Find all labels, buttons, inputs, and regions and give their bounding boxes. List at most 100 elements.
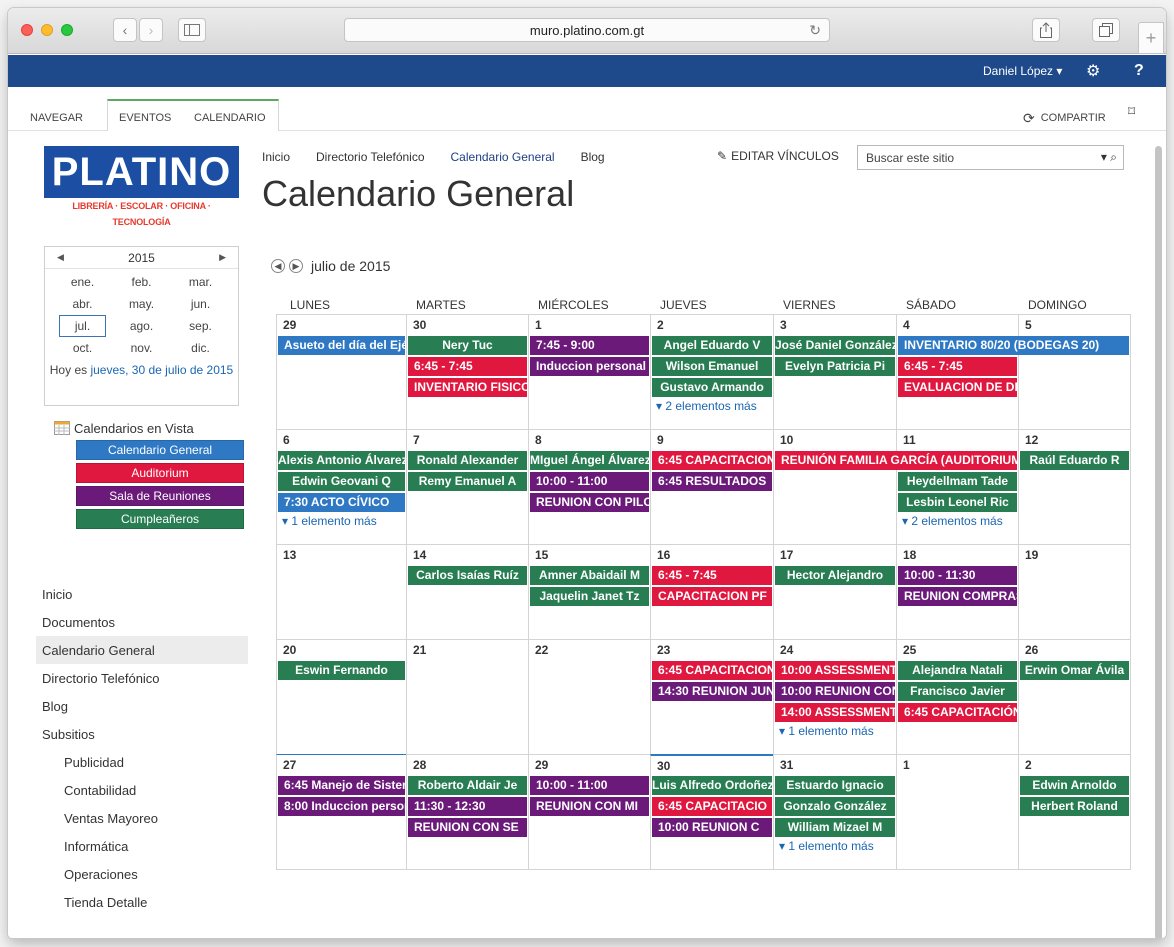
nav-item-9[interactable]: Informática xyxy=(36,832,248,860)
calendar-event[interactable]: 7:30 ACTO CÍVICO xyxy=(278,493,405,512)
calendar-event[interactable]: Erwin Omar Ávila xyxy=(1020,661,1129,680)
day-number[interactable]: 30 xyxy=(657,759,670,773)
day-number[interactable]: 3 xyxy=(780,318,787,332)
search-icon[interactable]: ▾ ⌕ xyxy=(1101,150,1117,165)
help-button[interactable]: ? xyxy=(1134,55,1144,87)
share-button[interactable] xyxy=(1032,18,1060,42)
nav-item-0[interactable]: Inicio xyxy=(36,580,248,608)
calendar-event[interactable]: Estuardo Ignacio xyxy=(775,776,895,795)
calendar-event[interactable]: 7:45 - 9:00 xyxy=(530,336,649,355)
day-number[interactable]: 16 xyxy=(657,548,670,562)
day-number[interactable]: 29 xyxy=(535,758,548,772)
month-11[interactable]: dic. xyxy=(171,337,230,359)
calendar-overlay-3[interactable]: Cumpleañeros xyxy=(76,509,244,529)
day-cell[interactable]: 1 xyxy=(896,754,1019,870)
day-cell[interactable]: 26 xyxy=(1018,639,1131,755)
day-cell[interactable]: 21 xyxy=(406,639,529,755)
calendar-event[interactable]: Roberto Aldair Je xyxy=(408,776,527,795)
calendar-event[interactable]: REUNION CON PILOTOS xyxy=(530,493,649,512)
calendar-event[interactable]: 8:00 Induccion personal xyxy=(278,797,405,816)
nav-item-10[interactable]: Operaciones xyxy=(36,860,248,888)
calendar-event[interactable]: Carlos Isaías Ruíz xyxy=(408,566,527,585)
calendar-event[interactable]: 6:45 RESULTADOS xyxy=(652,472,772,491)
day-number[interactable]: 20 xyxy=(283,643,296,657)
calendar-event[interactable]: 6:45 - 7:45 xyxy=(408,357,527,376)
calendar-event[interactable]: 6:45 CAPACITACIÓN xyxy=(898,703,1017,722)
month-9[interactable]: oct. xyxy=(53,337,112,359)
focus-mode-icon[interactable]: ⌑ xyxy=(1128,103,1135,120)
close-window-button[interactable] xyxy=(21,24,33,36)
calendar-event[interactable]: REUNION COMPRAS xyxy=(898,587,1017,606)
calendar-event[interactable]: Amner Abaidail M xyxy=(530,566,649,585)
month-10[interactable]: nov. xyxy=(112,337,171,359)
calendar-event[interactable]: 10:00 - 11:00 xyxy=(530,472,649,491)
day-number[interactable]: 9 xyxy=(657,433,664,447)
calendar-event[interactable]: Induccion personal xyxy=(530,357,649,376)
day-number[interactable]: 5 xyxy=(1025,318,1032,332)
calendar-event[interactable]: Edwin Geovani Q xyxy=(278,472,405,491)
edit-links-button[interactable]: ✎ EDITAR VÍNCULOS xyxy=(717,149,839,163)
back-button[interactable]: ‹ xyxy=(113,18,137,42)
nav-item-4[interactable]: Blog xyxy=(36,692,248,720)
day-number[interactable]: 7 xyxy=(413,433,420,447)
prev-year-icon[interactable]: ◀ xyxy=(57,252,64,263)
nav-item-1[interactable]: Documentos xyxy=(36,608,248,636)
calendar-event[interactable]: 11:30 - 12:30 xyxy=(408,797,527,816)
calendar-event[interactable]: INVENTARIO FISICO xyxy=(408,378,527,397)
sidebar-toggle-button[interactable] xyxy=(178,18,206,42)
calendar-event[interactable]: REUNION CON MI xyxy=(530,797,649,816)
day-number[interactable]: 2 xyxy=(1025,758,1032,772)
vertical-scrollbar[interactable] xyxy=(1155,146,1162,938)
tabs-button[interactable] xyxy=(1092,18,1120,42)
more-items-link[interactable]: ▾ 1 elemento más xyxy=(779,839,892,853)
calendar-event[interactable]: 6:45 CAPACITACION xyxy=(652,661,772,680)
day-cell[interactable]: 29 xyxy=(276,314,407,430)
calendar-event[interactable]: Alexis Antonio Álvarez xyxy=(278,451,405,470)
month-3[interactable]: abr. xyxy=(53,293,112,315)
day-number[interactable]: 28 xyxy=(413,758,426,772)
calendar-event[interactable]: Remy Emanuel A xyxy=(408,472,527,491)
day-cell[interactable]: 5 xyxy=(1018,314,1131,430)
calendar-event[interactable]: Luis Alfredo Ordoñez xyxy=(652,776,772,795)
top-nav-item-0[interactable]: Inicio xyxy=(262,150,290,164)
calendar-event[interactable]: REUNIÓN FAMILIA GARCÍA (AUDITORIUM) xyxy=(775,451,1017,470)
share-link[interactable]: ⟳ COMPARTIR xyxy=(1023,105,1106,131)
calendar-event[interactable]: REUNION CON SE xyxy=(408,818,527,837)
calendar-event[interactable]: 14:30 REUNION JUNTA xyxy=(652,682,772,701)
calendar-event[interactable]: 6:45 Manejo de Sistema xyxy=(278,776,405,795)
calendar-event[interactable]: José Daniel González xyxy=(775,336,895,355)
nav-item-7[interactable]: Contabilidad xyxy=(36,776,248,804)
day-cell[interactable]: 10 xyxy=(773,429,897,545)
calendar-event[interactable]: 10:00 REUNION C xyxy=(652,818,772,837)
calendar-event[interactable]: William Mizael M xyxy=(775,818,895,837)
day-number[interactable]: 27 xyxy=(283,758,296,772)
month-2[interactable]: mar. xyxy=(171,271,230,293)
calendar-event[interactable]: Asueto del día del Ejército xyxy=(278,336,405,355)
day-number[interactable]: 22 xyxy=(535,643,548,657)
tab-eventos[interactable]: EVENTOS xyxy=(119,105,171,131)
today-link[interactable]: jueves, 30 de julio de 2015 xyxy=(90,363,233,377)
calendar-event[interactable]: Alejandra Natali xyxy=(898,661,1017,680)
day-number[interactable]: 1 xyxy=(903,758,910,772)
next-year-icon[interactable]: ▶ xyxy=(219,252,226,263)
day-number[interactable]: 18 xyxy=(903,548,916,562)
tab-calendario[interactable]: CALENDARIO xyxy=(194,105,266,131)
nav-item-11[interactable]: Tienda Detalle xyxy=(36,888,248,916)
more-items-link[interactable]: ▾ 1 elemento más xyxy=(779,724,892,738)
day-number[interactable]: 4 xyxy=(903,318,910,332)
day-number[interactable]: 1 xyxy=(535,318,542,332)
minimize-window-button[interactable] xyxy=(41,24,53,36)
month-0[interactable]: ene. xyxy=(53,271,112,293)
calendar-event[interactable]: Angel Eduardo V xyxy=(652,336,772,355)
month-7[interactable]: ago. xyxy=(112,315,171,337)
settings-button[interactable]: ⚙ xyxy=(1086,55,1100,87)
calendar-event[interactable]: 6:45 CAPACITACION xyxy=(652,451,772,470)
day-cell[interactable]: 13 xyxy=(276,544,407,640)
day-number[interactable]: 11 xyxy=(903,433,916,447)
calendar-event[interactable]: Hector Alejandro xyxy=(775,566,895,585)
calendar-event[interactable]: Francisco Javier xyxy=(898,682,1017,701)
site-logo[interactable]: PLATINO LIBRERÍA · ESCOLAR · OFICINA · T… xyxy=(44,146,239,227)
top-nav-item-3[interactable]: Blog xyxy=(581,150,605,164)
search-input[interactable]: Buscar este sitio ▾ ⌕ xyxy=(857,145,1124,170)
calendar-event[interactable]: Eswin Fernando xyxy=(278,661,405,680)
